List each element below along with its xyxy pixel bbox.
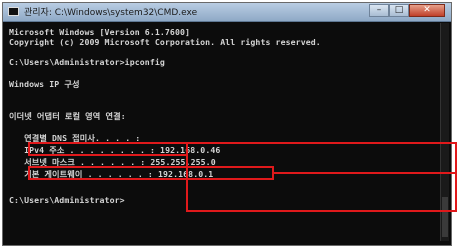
console-line-version: Microsoft Windows [Version 6.1.7600] [9,27,191,37]
ipv4-highlight-box [28,142,188,156]
maximize-button[interactable]: □ [389,4,409,17]
window-title: 관리자: C:\Windows\system32\CMD.exe [24,8,198,18]
window-controls: – □ ✕ [369,4,445,18]
gateway-highlight-box [28,166,274,180]
console-line-copyright: Copyright (c) 2009 Microsoft Corporation… [9,37,321,47]
gateway-callout-line [272,172,457,174]
console-line-ip-config: Windows IP 구성 [9,79,80,89]
cmd-icon [8,7,19,16]
console-line-prompt: C:\Users\Administrator> [9,195,125,205]
console-line-adapter: 이더넷 어댑터 로컬 영역 연결: [9,111,126,121]
close-button[interactable]: ✕ [409,4,445,17]
title-bar[interactable]: 관리자: C:\Windows\system32\CMD.exe – □ ✕ [3,3,451,22]
minimize-button[interactable]: – [369,4,389,17]
console-line-command: C:\Users\Administrator>ipconfig [9,57,165,67]
